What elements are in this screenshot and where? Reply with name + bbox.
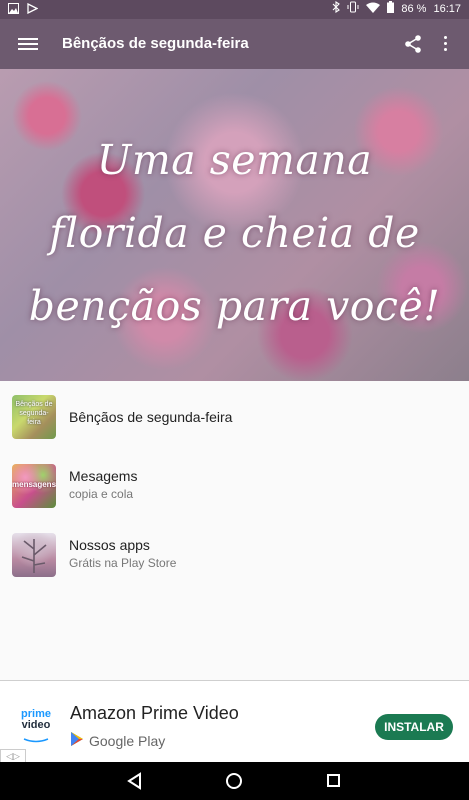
menu-icon[interactable]	[18, 35, 38, 53]
hero-caption: Uma semana florida e cheia de bençãos pa…	[0, 124, 469, 343]
play-store-notification-icon	[27, 2, 39, 17]
wifi-icon	[366, 2, 381, 18]
list-item-mensagens[interactable]: mensagens Mesagems copia e cola	[0, 450, 469, 510]
share-icon[interactable]	[402, 33, 424, 55]
list-item-subtitle: copia e cola	[69, 487, 134, 501]
app-toolbar: Bênçãos de segunda-feira	[0, 19, 469, 69]
battery-icon	[387, 1, 395, 18]
mensagens-app-icon: mensagens	[12, 464, 56, 508]
back-icon[interactable]	[126, 772, 144, 790]
icon-label: mensagens	[12, 480, 56, 489]
image-notification-icon	[8, 3, 19, 17]
menu-list: Bênçãos de segunda-feira Bênçãos de segu…	[0, 381, 469, 680]
bluetooth-icon	[332, 0, 341, 18]
recent-apps-icon[interactable]	[327, 774, 340, 787]
hero-line: bençãos para você!	[28, 282, 441, 330]
clock: 16:17	[433, 3, 461, 15]
prime-video-logo: prime video	[18, 709, 54, 743]
list-item-subtitle: Grátis na Play Store	[69, 556, 177, 570]
page-title: Bênçãos de segunda-feira	[62, 35, 249, 52]
logo-text: video	[21, 719, 51, 731]
list-item-title: Nossos apps	[69, 537, 150, 553]
home-icon[interactable]	[226, 773, 242, 789]
list-item-nossos-apps[interactable]: Nossos apps Grátis na Play Store	[0, 519, 469, 579]
google-play-icon	[70, 731, 84, 750]
store-name: Google Play	[89, 732, 166, 749]
bencaos-app-icon: Bênçãos de segunda-feira	[12, 395, 56, 439]
more-vert-icon[interactable]	[437, 33, 453, 55]
ad-store: Google Play	[70, 731, 165, 750]
list-item-bencaos[interactable]: Bênçãos de segunda-feira Bênçãos de segu…	[0, 381, 469, 441]
list-item-title: Mesagems	[69, 468, 138, 484]
status-bar: 86 % 16:17	[0, 0, 469, 19]
hero-line: Uma semana	[96, 136, 373, 184]
battery-percent: 86 %	[401, 3, 427, 15]
nossos-apps-icon	[12, 533, 56, 577]
ad-banner[interactable]: prime video Amazon Prime Video Google Pl…	[0, 681, 469, 764]
hero-line: florida e cheia de	[49, 209, 420, 257]
vibrate-icon	[347, 1, 359, 18]
install-button[interactable]: INSTALAR	[375, 714, 453, 740]
system-nav-bar	[0, 762, 469, 800]
hero-image: Uma semana florida e cheia de bençãos pa…	[0, 69, 469, 381]
list-item-title: Bênçãos de segunda-feira	[69, 409, 233, 425]
ad-title: Amazon Prime Video	[70, 703, 239, 723]
icon-label: Bênçãos de segunda-feira	[15, 401, 53, 426]
